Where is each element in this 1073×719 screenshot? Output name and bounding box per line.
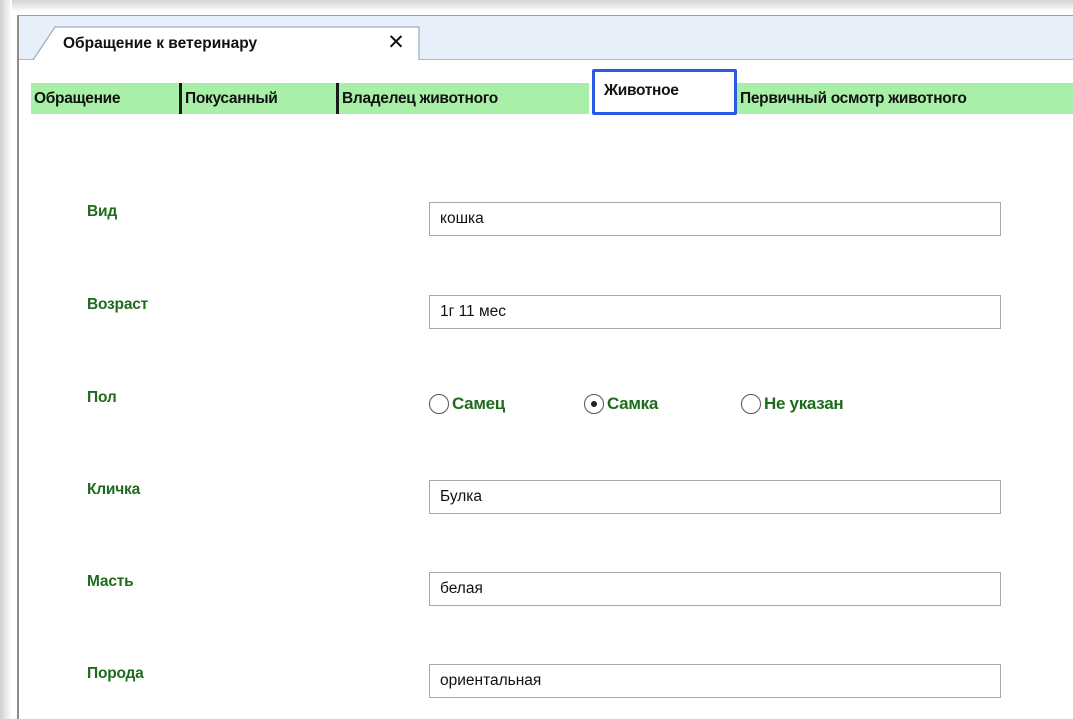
sex-label: Пол [87,389,117,406]
age-field[interactable] [429,295,1001,329]
tab-animal[interactable]: Животное [592,69,737,115]
section-tabs: Обращение Покусанный Владелец животного … [31,68,1073,118]
radio-button-icon [741,394,761,414]
breed-label: Порода [87,665,144,682]
screenshot-shadow-top [0,0,1073,12]
sex-option-label: Не указан [764,394,844,413]
radio-button-icon [429,394,449,414]
document-tab-title: Обращение к ветеринару [63,35,258,52]
tab-obrashchenie[interactable]: Обращение [31,83,179,114]
species-label: Вид [87,203,117,220]
sex-option-female[interactable]: Самка [584,390,658,418]
color-field[interactable] [429,572,1001,606]
sex-option-unspecified[interactable]: Не указан [741,390,844,418]
document-tab[interactable]: Обращение к ветеринару ✕ [33,26,421,60]
tab-pokusanny[interactable]: Покусанный [182,83,336,114]
document-tabstrip: Обращение к ветеринару ✕ [19,16,1073,60]
tab-primary-exam[interactable]: Первичный осмотр животного [737,83,1073,114]
sex-option-male[interactable]: Самец [429,390,505,418]
screenshot-shadow-left [0,0,12,719]
color-label: Масть [87,573,134,590]
name-field[interactable] [429,480,1001,514]
radio-button-selected-icon [584,394,604,414]
species-field[interactable] [429,202,1001,236]
sex-option-label: Самец [452,394,505,413]
breed-field[interactable] [429,664,1001,698]
radio-dot-icon [591,401,597,407]
name-label: Кличка [87,481,141,498]
age-label: Возраст [87,296,149,313]
sex-option-label: Самка [607,394,658,413]
main-window: Обращение к ветеринару ✕ Обращение Покус… [17,15,1073,719]
tab-owner[interactable]: Владелец животного [339,83,589,114]
close-icon[interactable]: ✕ [383,30,409,56]
